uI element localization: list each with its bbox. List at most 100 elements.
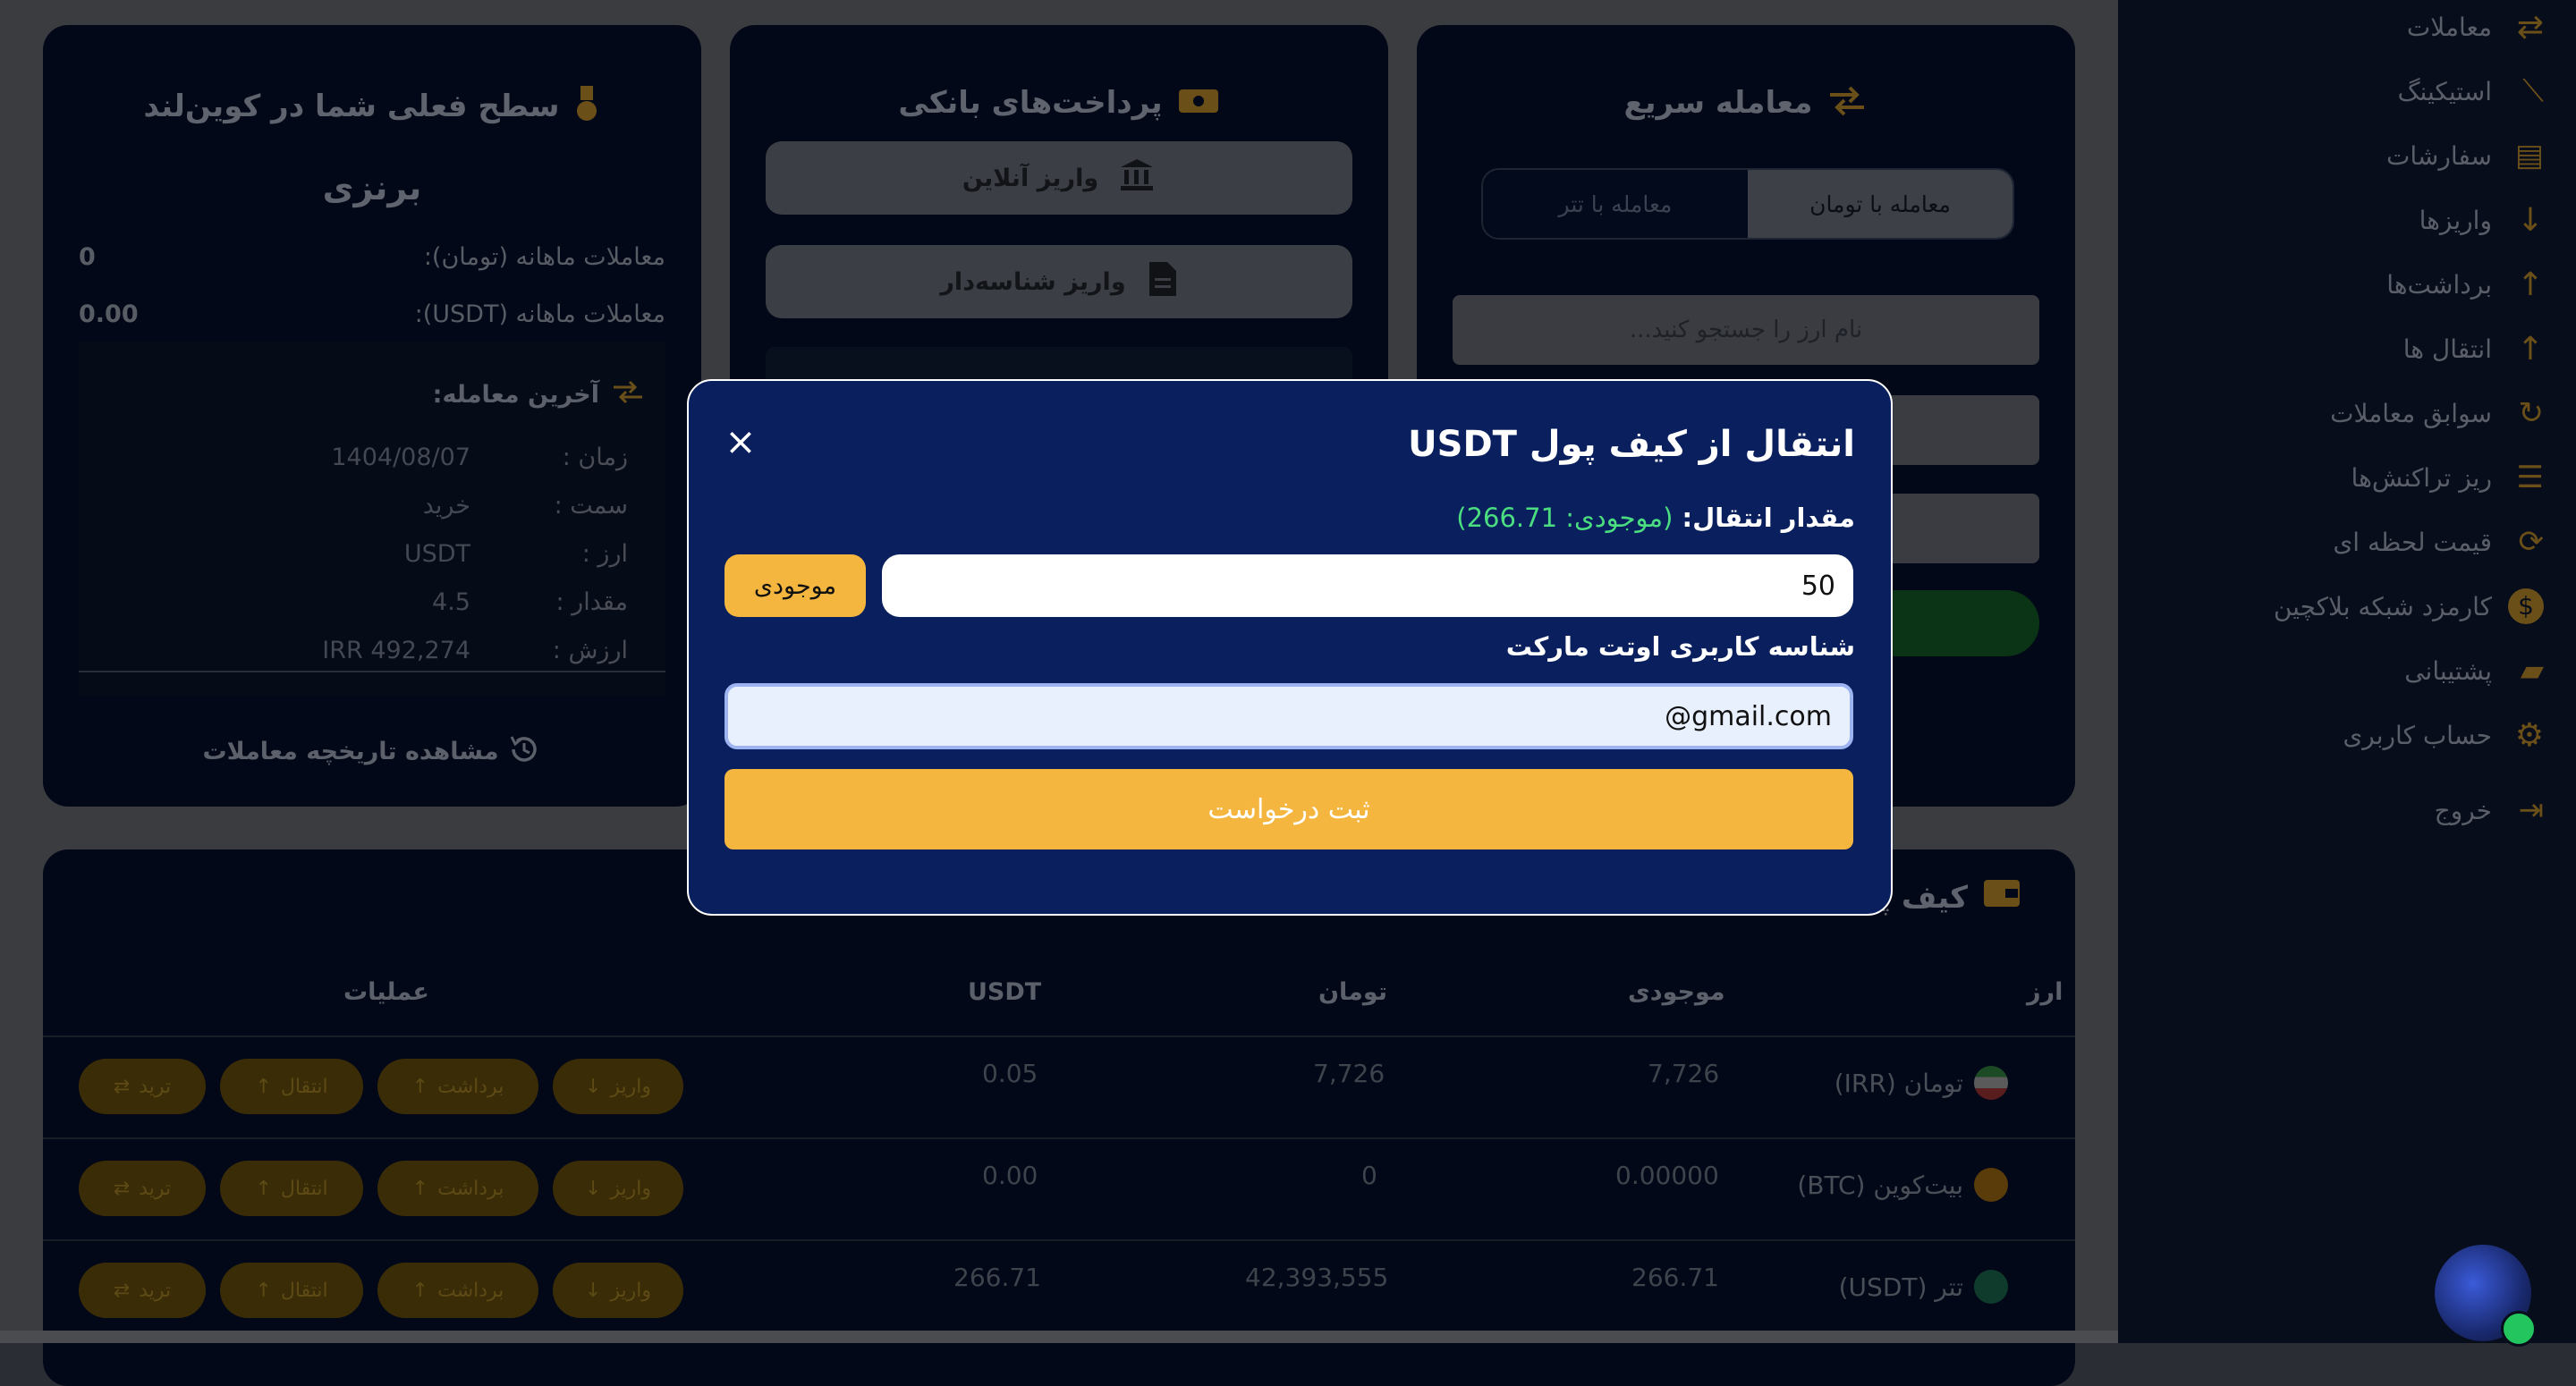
online-deposit-button[interactable]: واریز آنلاین [766,141,1352,215]
arrow-down-icon: ↓ [2516,202,2544,239]
coin-name: تتر (USDT) [1839,1270,2008,1304]
submit-request-button[interactable]: ثبت درخواست [724,769,1853,849]
sidebar-item-orders[interactable]: ▤ سفارشات [2386,138,2544,173]
max-balance-button[interactable]: موجودی [724,554,866,617]
toman-cell: 0 [1361,1161,1377,1190]
online-status-dot [2501,1311,2537,1347]
trade-button[interactable]: ترید ⇄ [79,1161,206,1216]
coin-search-input[interactable]: نام ارز را جستجو کنید... [1453,295,2039,365]
level-name: برنزی [322,168,422,207]
swap-icon: ⇄ [113,1177,131,1200]
row-divider [43,1239,2075,1241]
level-divider [79,671,665,672]
deposit-button[interactable]: واریز ↓ [553,1161,683,1216]
dollar-icon: $ [2508,588,2544,624]
col-usdt: USDT [968,978,1042,1006]
usdt-cell: 0.00 [982,1161,1038,1190]
trade-button[interactable]: ترید ⇄ [79,1059,206,1114]
withdraw-button[interactable]: برداشت ↑ [377,1161,538,1216]
arrow-up-icon: ↑ [2516,331,2544,368]
sidebar-item-network-fee[interactable]: $ کارمزد شبکه بلاکچین [2274,588,2544,624]
horizontal-scrollbar[interactable] [0,1331,2118,1343]
coin-name: بیت‌کوین (BTC) [1797,1168,2008,1202]
sidebar-item-transfers[interactable]: ↑ انتقال ها [2403,331,2544,368]
arrow-up-icon: ↑ [255,1279,272,1302]
arrow-up-icon: ↑ [255,1177,272,1200]
deposit-button[interactable]: واریز ↓ [553,1263,683,1318]
history-icon [506,731,542,773]
col-operations: عملیات [343,978,429,1006]
history-link[interactable]: مشاهده تاریخچه معاملات [43,731,701,773]
tab-toman-trade[interactable]: معامله با تومان [1748,170,2012,238]
sidebar-item-trades[interactable]: ⇄ معاملات [2407,9,2544,46]
withdraw-button[interactable]: برداشت ↑ [377,1059,538,1114]
usdt-cell: 0.05 [982,1059,1038,1088]
sidebar-item-deposits[interactable]: ↓ واریزها [2419,202,2544,239]
monthly-toman-value: 0 [79,243,96,271]
transfer-modal: انتقال از کیف پول USDT × مقدار انتقال: (… [687,379,1893,916]
col-toman: تومان [1318,978,1387,1006]
chat-icon: ▰ [2520,653,2544,689]
user-id-label: شناسه کاربری اوتت مارکت [1505,631,1855,662]
sidebar-item-support[interactable]: ▰ پشتیبانی [2404,653,2544,689]
quick-trade-title: معامله سریع [1417,84,2075,124]
sidebar-item-withdrawals[interactable]: ↑ برداشت‌ها [2386,266,2544,303]
user-id-input[interactable] [724,683,1853,749]
monthly-usdt-value: 0.00 [79,300,139,328]
col-coin: ارز [2027,978,2063,1006]
swap-icon [1826,84,1868,124]
sidebar-item-account[interactable]: ⚙ حساب کاربری [2343,717,2544,754]
bank-payments-title-text: پرداخت‌های بانکی [898,85,1163,121]
deposit-button[interactable]: واریز ↓ [553,1059,683,1114]
id-deposit-label: واریز شناسه‌دار [940,267,1126,296]
transfer-button[interactable]: انتقال ↑ [220,1161,363,1216]
sidebar-item-live-price[interactable]: ⟳ قیمت لحظه ای [2333,524,2544,560]
online-deposit-label: واریز آنلاین [962,164,1099,192]
trade-button[interactable]: ترید ⇄ [79,1263,206,1318]
money-icon [1177,84,1220,124]
refresh-icon: ⟳ [2518,524,2545,560]
toman-cell: 42,393,555 [1245,1263,1389,1292]
amount-input[interactable] [882,554,1853,617]
clipboard-icon: ▤ [2514,138,2544,173]
trade-value-value: IRR 492,274 [322,637,470,664]
trade-tabs: معامله با تومان معامله با تتر [1481,168,2014,240]
list-icon: ☰ [2516,460,2544,495]
gear-icon: ⚙ [2514,717,2544,754]
level-title: سطح فعلی شما در کوین‌لند [43,84,701,131]
arrow-up-icon: ↑ [255,1075,272,1098]
trade-amount-value: 4.5 [432,588,470,616]
transfer-button[interactable]: انتقال ↑ [220,1059,363,1114]
level-title-text: سطح فعلی شما در کوین‌لند [143,89,560,124]
trade-side-value: خرید [422,492,470,520]
history-icon: ↻ [2518,395,2545,431]
swap-icon: ⇄ [2516,9,2544,46]
arrow-down-icon: ↓ [584,1177,602,1200]
usdt-cell: 266.71 [953,1263,1041,1292]
bitcoin-icon [1974,1168,2008,1202]
arrow-up-icon: ↑ [2516,266,2544,303]
trade-coin-value: USDT [403,540,470,568]
monthly-usdt-label: معاملات ماهانه (USDT): [414,300,665,328]
table-header-divider [43,1035,2075,1037]
last-trade-box: آخرین معامله: زمان : 1404/08/07 سمت : خر… [79,342,665,696]
sidebar-item-transactions[interactable]: ☰ ریز تراکنش‌ها [2351,460,2544,495]
amount-label: مقدار انتقال: (موجودی: 266.71) [1456,503,1855,533]
arrow-down-icon: ↓ [584,1279,602,1302]
id-deposit-button[interactable]: واریز شناسه‌دار [766,245,1352,318]
sidebar-item-staking[interactable]: ⟋ استیکینگ [2397,73,2544,109]
sidebar-item-logout[interactable]: ⇥ خروج [2435,792,2544,828]
monthly-toman-label: معاملات ماهانه (تومان): [423,243,665,271]
transfer-button[interactable]: انتقال ↑ [220,1263,363,1318]
close-icon[interactable]: × [724,423,757,461]
modal-title: انتقال از کیف پول USDT [1408,424,1855,465]
balance-cell: 0.00000 [1615,1161,1719,1190]
toman-cell: 7,726 [1313,1059,1385,1088]
bank-payments-title: پرداخت‌های بانکی [730,84,1388,124]
tether-icon [1974,1270,2008,1304]
sidebar-item-trade-history[interactable]: ↻ سوابق معاملات [2330,395,2544,431]
available-balance: (موجودی: 266.71) [1456,503,1674,533]
withdraw-button[interactable]: برداشت ↑ [377,1263,538,1318]
tab-usdt-trade[interactable]: معامله با تتر [1483,170,1748,238]
balance-cell: 266.71 [1631,1263,1719,1292]
